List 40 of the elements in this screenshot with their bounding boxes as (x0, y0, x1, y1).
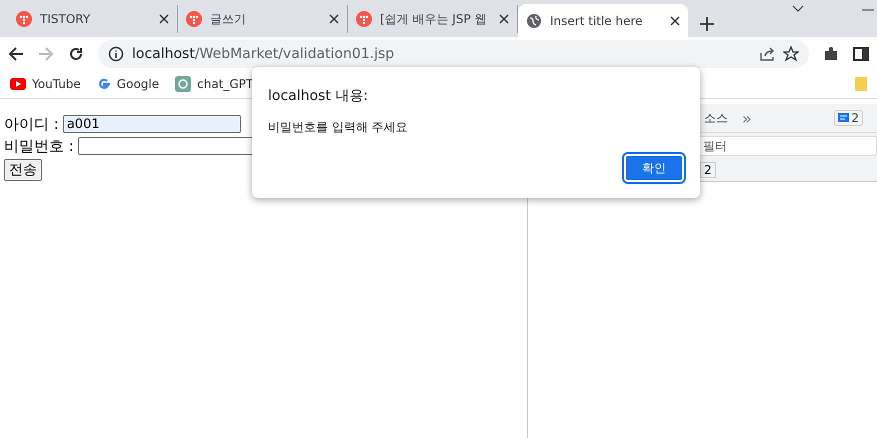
globe-icon (526, 12, 542, 28)
new-tab-icon[interactable] (700, 17, 714, 31)
info-icon (108, 46, 124, 62)
ok-button[interactable]: 확인 (624, 154, 684, 182)
puzzle-icon[interactable] (823, 46, 839, 62)
google-icon (96, 77, 111, 91)
browser-tab[interactable]: 글쓰기 (178, 5, 348, 33)
browser-tab[interactable]: [쉽게 배우는 JSP 웹 (348, 5, 518, 33)
gpt-icon (175, 76, 192, 92)
message-icon (838, 112, 850, 124)
address-bar[interactable]: localhost/WebMarket/validation01.jsp (98, 40, 809, 68)
tistory-icon (186, 11, 202, 27)
field-label: 비밀번호 : (4, 136, 74, 156)
browser-tab[interactable]: TISTORY (8, 5, 178, 33)
browser-tab[interactable]: Insert title here (518, 4, 688, 37)
submit-button[interactable]: 전송 (4, 159, 42, 181)
share-icon[interactable] (759, 46, 775, 62)
bookmark[interactable]: YouTube (10, 77, 81, 91)
close-icon[interactable] (329, 14, 339, 24)
dialog-title: localhost 내용: (268, 87, 370, 105)
reload-icon[interactable] (68, 46, 84, 62)
url-text: localhost/WebMarket/validation01.jsp (132, 46, 394, 62)
devtools-tab[interactable]: 소스 (704, 110, 728, 126)
tistory-icon (356, 11, 372, 27)
bookmark[interactable]: chat_GPT (175, 76, 254, 92)
dialog-message: 비밀번호를 입력해 주세요 (268, 119, 409, 136)
side-panel-icon[interactable] (853, 46, 869, 62)
close-icon[interactable] (670, 16, 680, 26)
field-label: 아이디 : (4, 114, 59, 134)
overflow-button[interactable]: » (742, 108, 752, 128)
close-icon[interactable] (159, 14, 169, 24)
level-chip[interactable]: 2 (700, 162, 716, 178)
youtube-icon (10, 78, 26, 90)
close-icon[interactable] (499, 14, 509, 24)
issues-badge[interactable]: 2 (834, 110, 863, 126)
bookmark[interactable]: Google (96, 77, 160, 91)
back-icon[interactable] (8, 46, 24, 62)
text-field[interactable]: a001 (62, 115, 241, 133)
star-icon[interactable] (783, 46, 799, 62)
tistory-icon (16, 11, 32, 27)
